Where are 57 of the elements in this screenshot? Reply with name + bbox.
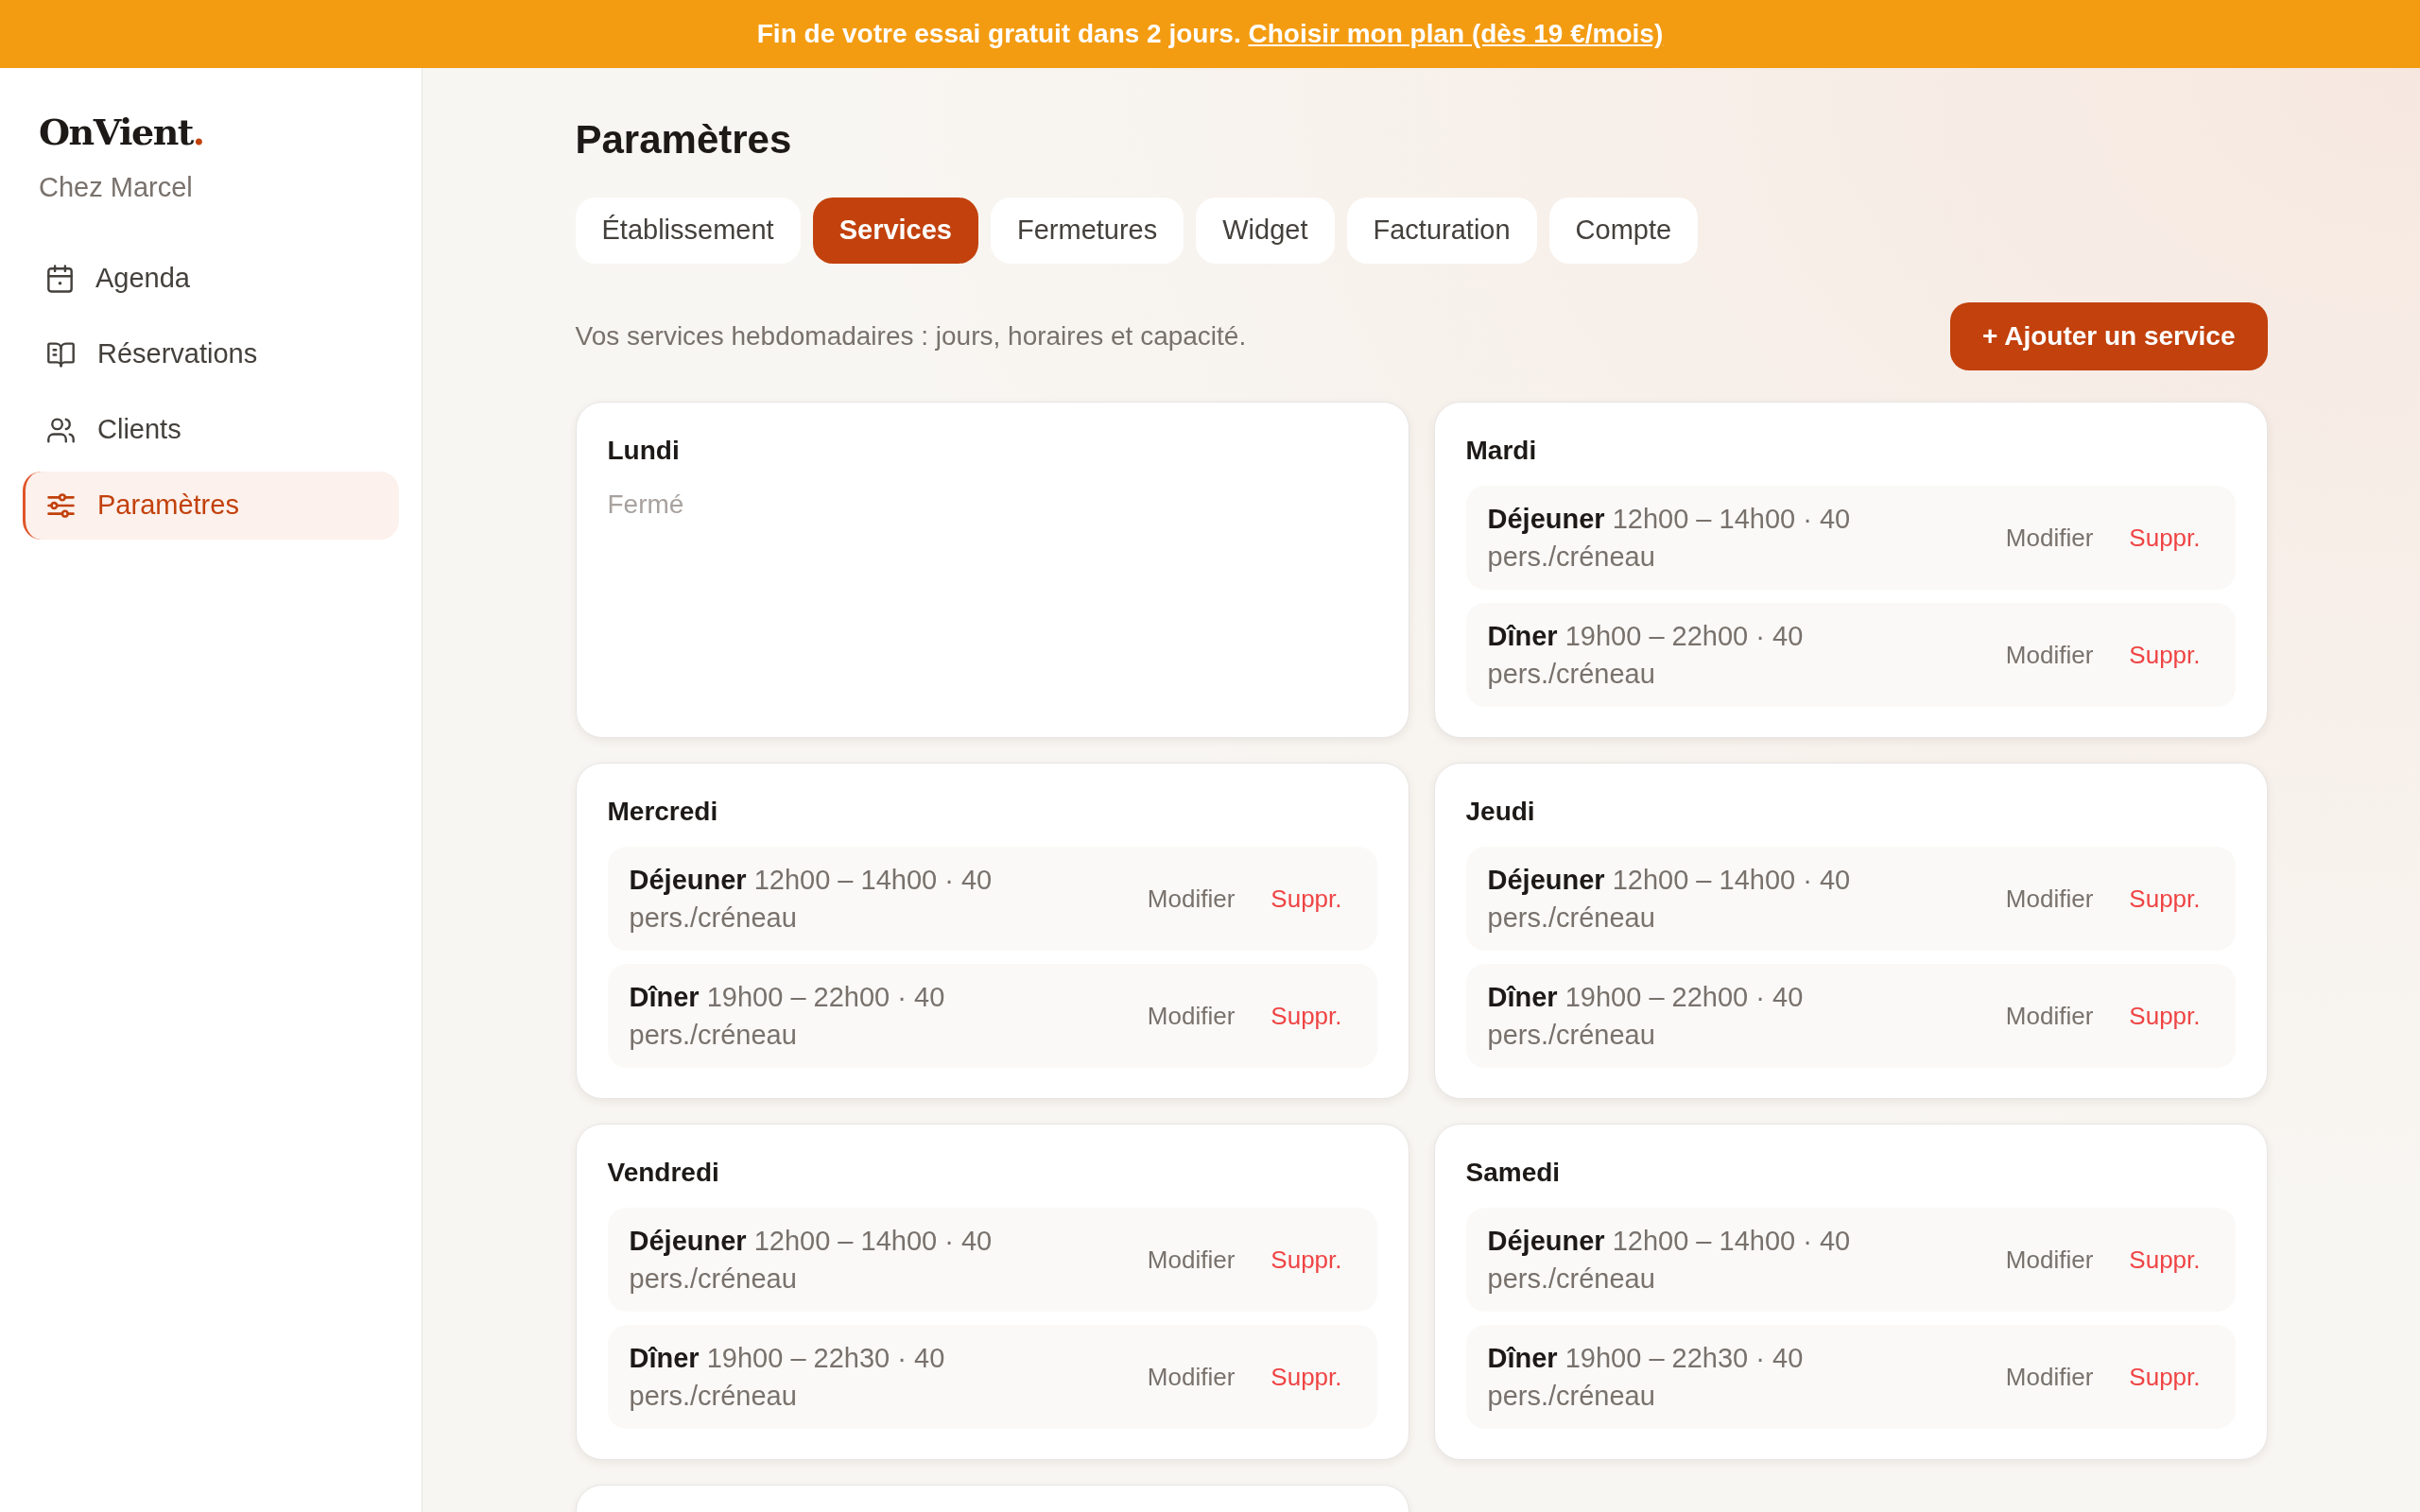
delete-button[interactable]: Suppr. [1259, 994, 1354, 1038]
service-summary: Dîner 19h00 – 22h30 · 40 pers./créneau [1487, 1342, 1805, 1413]
service-summary: Dîner 19h00 – 22h00 · 40 pers./créneau [1487, 620, 1805, 691]
day-title: Mercredi [607, 796, 718, 828]
settings-tab[interactable]: Services [812, 198, 978, 264]
settings-tab[interactable]: Widget [1196, 198, 1335, 264]
edit-button[interactable]: Modifier [1994, 877, 2105, 920]
trial-banner-text: Fin de votre essai gratuit dans 2 jours. Choisir mon plan (dès 19 €/mois) [756, 18, 1664, 50]
edit-button[interactable]: Modifier [1994, 994, 2105, 1038]
day-title: Samedi [1465, 1157, 1561, 1189]
section-description: Vos services hebdomadaires : jours, horaires et capacité. [575, 320, 1247, 352]
logo: OnVient. [39, 110, 204, 155]
settings-tab[interactable]: Facturation [1346, 198, 1537, 264]
day-title: Jeudi [1465, 796, 1535, 828]
edit-button[interactable]: Modifier [1135, 877, 1247, 920]
page-title: Paramètres [575, 116, 792, 163]
settings-tab[interactable]: Fermetures [991, 198, 1184, 264]
service-summary: Déjeuner 12h00 – 14h00 · 40 pers./créneau [1487, 1225, 1852, 1296]
settings-tab[interactable]: Compte [1548, 198, 1699, 264]
service-summary: Dîner 19h00 – 22h00 · 40 pers./créneau [629, 981, 946, 1052]
service-summary: Dîner 19h00 – 22h00 · 40 pers./créneau [1487, 981, 1805, 1052]
users-icon [47, 417, 75, 443]
delete-button[interactable]: Suppr. [2118, 1355, 2212, 1399]
nav-item[interactable]: Réservations [23, 320, 399, 388]
service-summary: Dîner 19h00 – 22h30 · 40 pers./créneau [629, 1342, 946, 1413]
service-summary: Déjeuner 12h00 – 14h00 · 40 pers./créneau [1487, 503, 1852, 574]
nav-item[interactable]: Paramètres [23, 472, 399, 540]
edit-button[interactable]: Modifier [1994, 633, 2105, 677]
nav-item[interactable]: Clients [23, 396, 399, 464]
service-summary: Déjeuner 12h00 – 14h00 · 40 pers./créneau [629, 1225, 994, 1296]
settings-tab[interactable]: Établissement [575, 198, 801, 264]
delete-button[interactable]: Suppr. [1259, 1355, 1354, 1399]
edit-button[interactable]: Modifier [1994, 1355, 2105, 1399]
day-title: Vendredi [607, 1157, 719, 1189]
delete-button[interactable]: Suppr. [2118, 633, 2212, 677]
sliders-icon [47, 493, 75, 518]
delete-button[interactable]: Suppr. [2118, 1238, 2212, 1281]
edit-button[interactable]: Modifier [1135, 1238, 1247, 1281]
delete-button[interactable]: Suppr. [2118, 877, 2212, 920]
nav-item[interactable]: Agenda [23, 245, 399, 313]
book-icon [47, 341, 75, 368]
service-summary: Déjeuner 12h00 – 14h00 · 40 pers./créneau [1487, 864, 1852, 935]
delete-button[interactable]: Suppr. [1259, 1238, 1354, 1281]
edit-button[interactable]: Modifier [1994, 516, 2105, 559]
day-title: Lundi [607, 435, 680, 467]
day-title: Mardi [1465, 435, 1537, 467]
restaurant-name: Chez Marcel [39, 171, 193, 204]
closed-label: Fermé [607, 489, 684, 521]
edit-button[interactable]: Modifier [1135, 994, 1247, 1038]
add-service-button[interactable]: + Ajouter un service [1950, 302, 2268, 370]
delete-button[interactable]: Suppr. [2118, 994, 2212, 1038]
calendar-icon [47, 265, 73, 293]
delete-button[interactable]: Suppr. [1259, 877, 1354, 920]
edit-button[interactable]: Modifier [1994, 1238, 2105, 1281]
service-summary: Déjeuner 12h00 – 14h00 · 40 pers./créneau [629, 864, 994, 935]
delete-button[interactable]: Suppr. [2118, 516, 2212, 559]
edit-button[interactable]: Modifier [1135, 1355, 1247, 1399]
